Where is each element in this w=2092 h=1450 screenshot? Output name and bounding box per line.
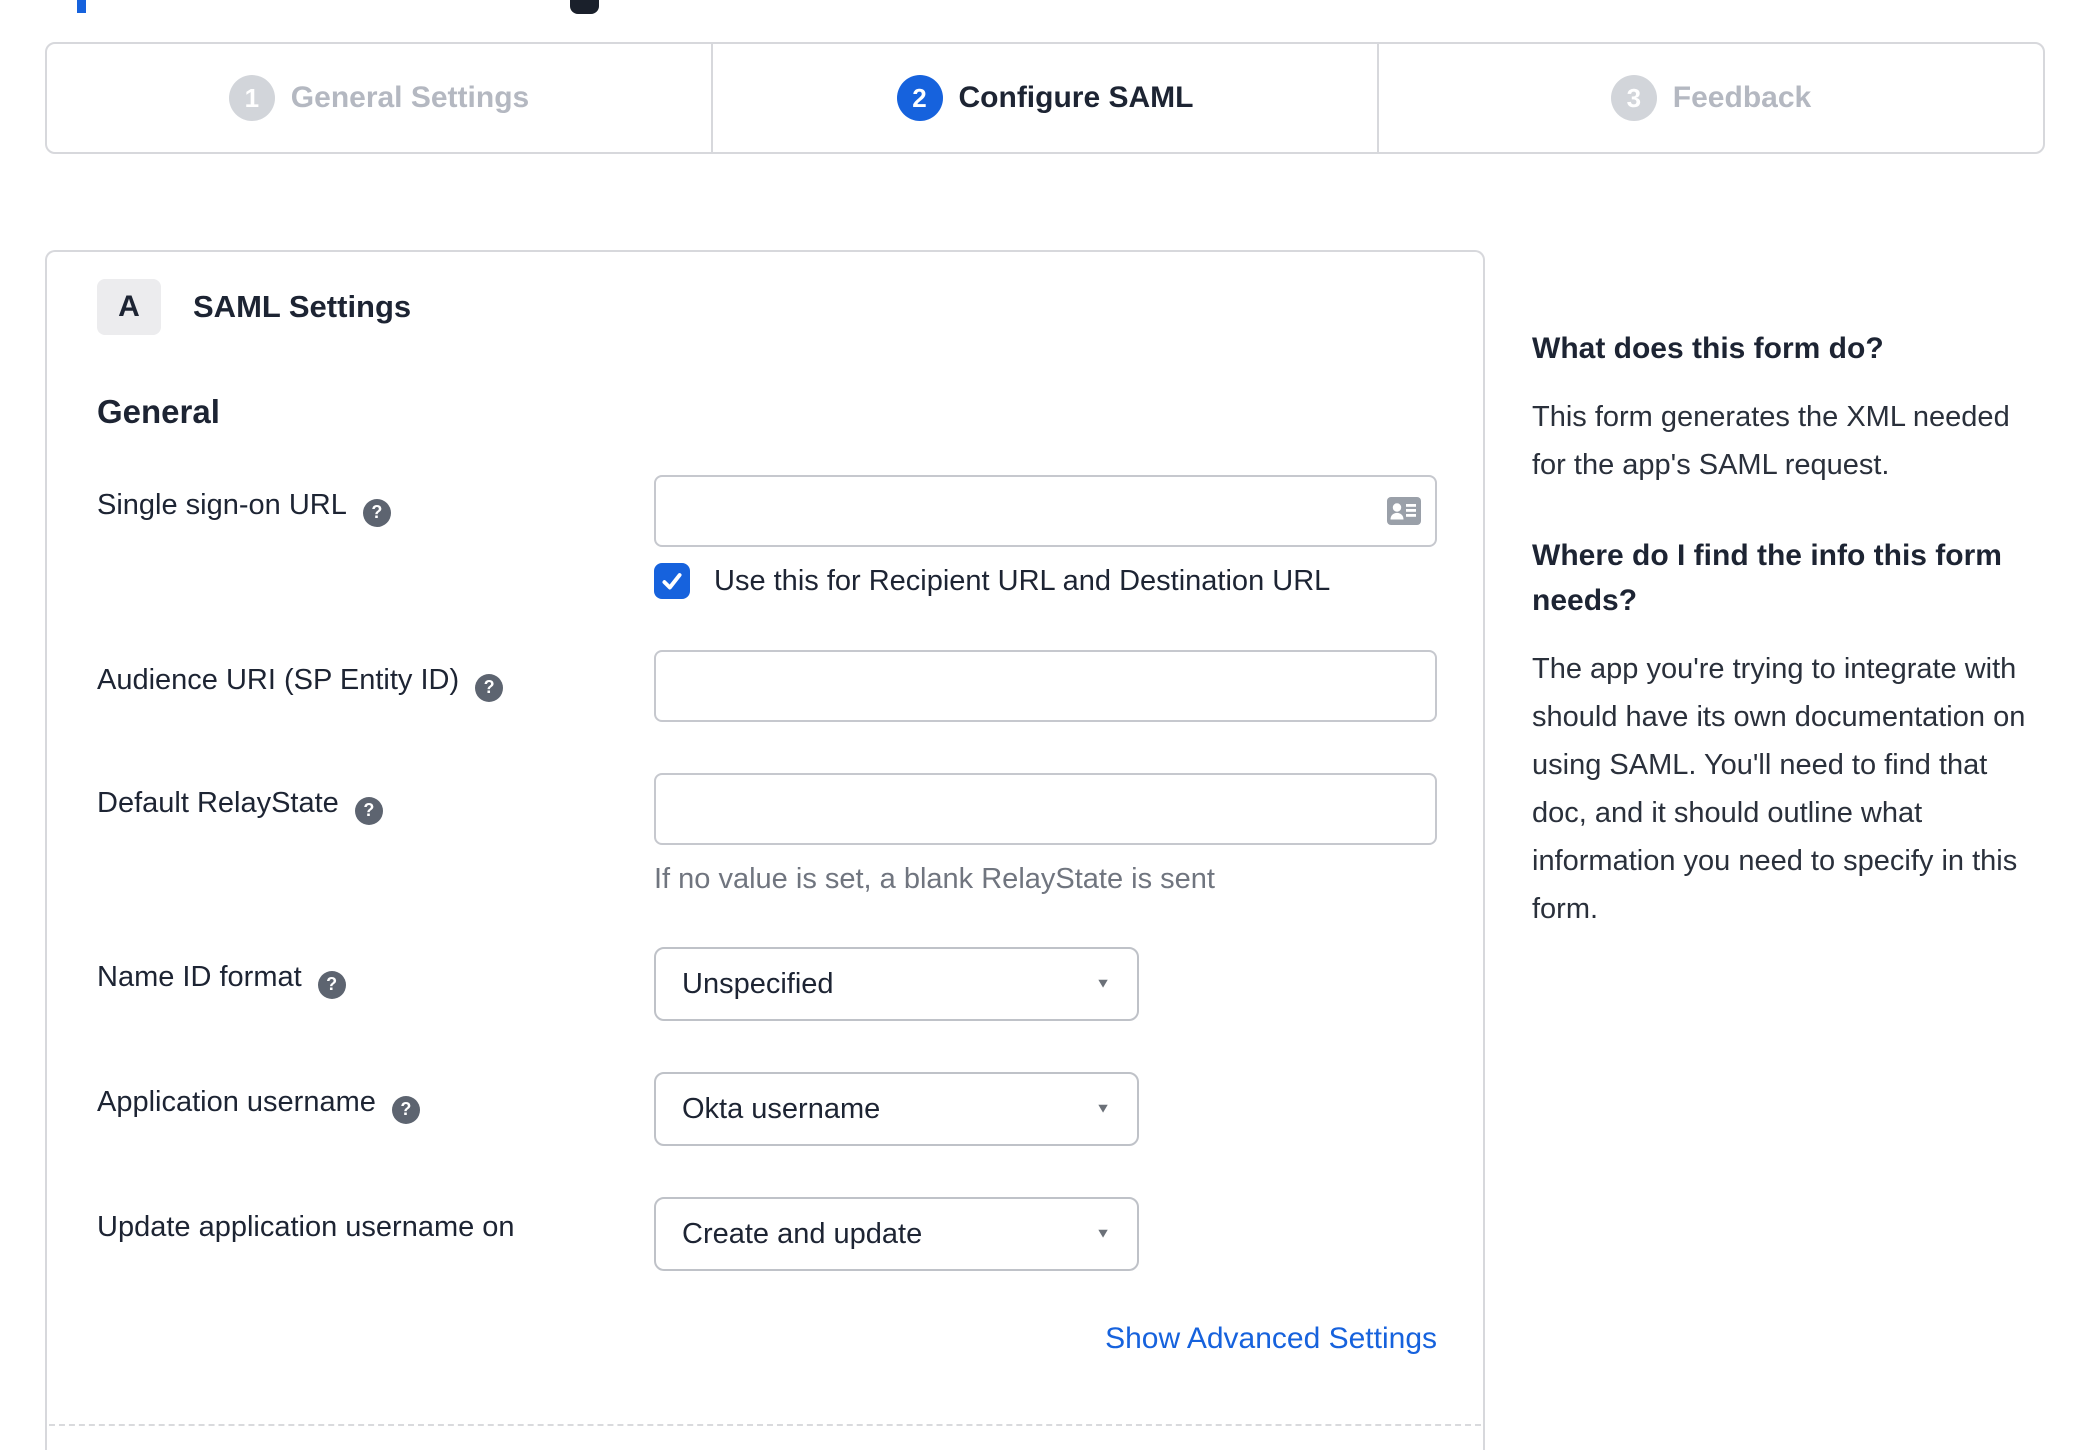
form-row-default-relaystate: Default RelayState? If no value is set, … (97, 773, 1483, 896)
update-username-on-label-text: Update application username on (97, 1211, 515, 1243)
name-id-format-select[interactable]: Unspecified ▼ (654, 947, 1139, 1021)
step-configure-saml[interactable]: 2 Configure SAML (711, 44, 1377, 152)
sidebar-heading-what: What does this form do? (1532, 332, 1884, 365)
relaystate-hint: If no value is set, a blank RelayState i… (654, 863, 1215, 895)
chevron-down-icon: ▼ (1095, 1226, 1111, 1241)
form-row-update-username-on: Update application username on Create an… (97, 1197, 1483, 1271)
sidebar-paragraph-line: The app you're trying to integrate with (1532, 653, 2017, 685)
help-icon[interactable]: ? (391, 1095, 420, 1124)
saml-settings-panel: A SAML Settings General Single sign-on U… (45, 250, 1485, 1450)
name-id-format-label-text: Name ID format (97, 961, 302, 993)
step-2-label: Configure SAML (958, 81, 1194, 114)
help-icon[interactable]: ? (354, 796, 383, 825)
default-relaystate-input[interactable] (654, 773, 1437, 845)
default-relaystate-label: Default RelayState? (97, 773, 654, 896)
step-1-number-badge: 1 (228, 75, 275, 121)
clipped-title-blue-fragment (77, 0, 86, 13)
single-sign-on-url-input[interactable] (654, 475, 1437, 547)
single-sign-on-url-control: Use this for Recipient URL and Destinati… (654, 475, 1437, 599)
advanced-settings-row: Show Advanced Settings (97, 1322, 1437, 1356)
show-advanced-settings-link[interactable]: Show Advanced Settings (1105, 1322, 1437, 1356)
chevron-down-icon: ▼ (1095, 1101, 1111, 1116)
step-2-number-badge: 2 (896, 75, 943, 121)
default-relaystate-label-text: Default RelayState (97, 787, 339, 819)
recipient-url-checkbox[interactable] (654, 563, 690, 599)
panel-title: SAML Settings (193, 289, 412, 324)
step-general-settings[interactable]: 1 General Settings (47, 44, 711, 152)
help-icon[interactable]: ? (317, 970, 346, 999)
general-section-heading: General (97, 393, 220, 430)
application-username-select[interactable]: Okta username ▼ (654, 1072, 1139, 1146)
sidebar-paragraph-line: using SAML. You'll need to find that (1532, 749, 1988, 781)
sidebar-paragraph-line: This form generates the XML needed (1532, 401, 2010, 433)
chevron-down-icon: ▼ (1095, 976, 1111, 991)
audience-uri-label-text: Audience URI (SP Entity ID) (97, 664, 460, 696)
single-sign-on-url-label-text: Single sign-on URL (97, 489, 347, 521)
sidebar-paragraph-line: for the app's SAML request. (1532, 449, 1890, 481)
audience-uri-input[interactable] (654, 650, 1437, 722)
name-id-format-label: Name ID format? (97, 947, 654, 1021)
sidebar-paragraph-line: should have its own documentation on (1532, 701, 2026, 733)
wizard-stepper: 1 General Settings 2 Configure SAML 3 Fe… (45, 42, 2045, 154)
step-3-label: Feedback (1672, 81, 1812, 114)
update-username-on-control: Create and update ▼ (654, 1197, 1139, 1271)
help-sidebar: What does this form do? This form genera… (1532, 250, 2045, 933)
default-relaystate-control: If no value is set, a blank RelayState i… (654, 773, 1437, 896)
name-id-format-value: Unspecified (682, 967, 834, 1000)
single-sign-on-url-label: Single sign-on URL? (97, 475, 654, 599)
form-row-name-id-format: Name ID format? Unspecified ▼ (97, 947, 1483, 1021)
sidebar-paragraph-line: doc, and it should outline what (1532, 797, 1923, 829)
step-1-label: General Settings (290, 81, 530, 114)
audience-uri-control (654, 650, 1437, 722)
audience-uri-label: Audience URI (SP Entity ID)? (97, 650, 654, 722)
section-a-badge: A (97, 279, 161, 335)
step-3-number-badge: 3 (1610, 75, 1657, 121)
update-username-on-label: Update application username on (97, 1197, 654, 1271)
update-username-on-select[interactable]: Create and update ▼ (654, 1197, 1139, 1271)
panel-header: A SAML Settings (97, 279, 1483, 335)
application-username-value: Okta username (682, 1092, 881, 1125)
recipient-url-checkbox-label: Use this for Recipient URL and Destinati… (714, 564, 1331, 597)
sidebar-paragraph-line: information you need to specify in this (1532, 845, 2018, 877)
update-username-on-value: Create and update (682, 1217, 923, 1250)
help-icon[interactable]: ? (475, 673, 504, 702)
step-feedback[interactable]: 3 Feedback (1377, 44, 2043, 152)
application-username-label-text: Application username (97, 1086, 376, 1118)
recipient-url-checkbox-row: Use this for Recipient URL and Destinati… (654, 563, 1437, 599)
form-row-audience-uri: Audience URI (SP Entity ID)? (97, 650, 1483, 722)
saml-form: Single sign-on URL? Use this for Recipie… (97, 475, 1483, 1356)
application-username-control: Okta username ▼ (654, 1072, 1139, 1146)
name-id-format-control: Unspecified ▼ (654, 947, 1139, 1021)
help-icon[interactable]: ? (362, 498, 391, 527)
form-row-application-username: Application username? Okta username ▼ (97, 1072, 1483, 1146)
application-username-label: Application username? (97, 1072, 654, 1146)
sidebar-paragraph-line: form. (1532, 893, 1599, 925)
sidebar-heading-where: Where do I find the info this form needs… (1532, 539, 2002, 617)
content-layout: A SAML Settings General Single sign-on U… (45, 250, 2045, 1450)
form-row-single-sign-on-url: Single sign-on URL? Use this for Recipie… (97, 475, 1483, 599)
clipped-title-dark-icon-fragment (570, 0, 599, 14)
